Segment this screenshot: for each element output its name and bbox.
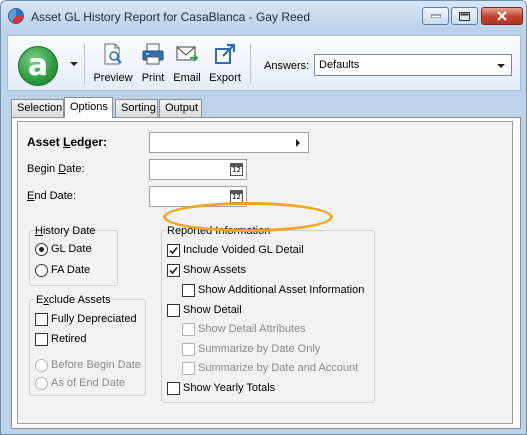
answers-label: Answers:	[264, 60, 310, 72]
close-button[interactable]	[481, 7, 523, 25]
printer-icon	[142, 43, 164, 65]
app-logo-button[interactable]: a	[18, 46, 58, 86]
email-icon	[176, 46, 198, 62]
maximize-button[interactable]	[451, 7, 478, 25]
checkmark-icon	[169, 246, 178, 255]
begin-date-field[interactable]: 12	[149, 159, 247, 180]
checkmark-icon	[169, 266, 178, 275]
toolbar-separator	[84, 44, 85, 84]
summarize-by-date-only-checkbox[interactable]	[182, 343, 195, 356]
fully-depreciated-label: Fully Depreciated	[51, 313, 137, 325]
exclude-assets-title: Exclude Assets	[35, 294, 112, 306]
summarize-by-date-only-label: Summarize by Date Only	[198, 343, 321, 355]
include-voided-gl-detail-label: Include Voided GL Detail	[183, 244, 304, 256]
print-label: Print	[141, 72, 165, 84]
show-detail-attributes-checkbox[interactable]	[182, 323, 195, 336]
window-title: Asset GL History Report for CasaBlanca -…	[31, 10, 310, 24]
as-of-end-date-label: As of End Date	[51, 377, 125, 389]
retired-label: Retired	[51, 333, 87, 345]
minimize-icon	[430, 14, 441, 18]
fa-date-label: FA Date	[51, 264, 91, 276]
app-icon	[8, 8, 24, 24]
answers-value: Defaults	[319, 59, 360, 71]
as-of-end-date-radio[interactable]	[35, 377, 48, 390]
logo-dropdown-icon[interactable]	[70, 62, 78, 66]
export-label: Export	[209, 72, 241, 84]
summarize-by-date-and-account-label: Summarize by Date and Account	[198, 362, 359, 374]
show-yearly-totals-checkbox[interactable]	[167, 382, 180, 395]
logo-letter: a	[27, 48, 49, 83]
answers-select[interactable]: Defaults	[314, 54, 512, 76]
chevron-down-icon	[497, 64, 505, 68]
preview-button[interactable]: Preview	[93, 40, 133, 88]
show-detail-checkbox[interactable]	[167, 304, 180, 317]
include-voided-gl-detail-checkbox[interactable]	[167, 244, 180, 257]
export-icon	[215, 43, 236, 64]
show-assets-checkbox[interactable]	[167, 264, 180, 277]
show-detail-label: Show Detail	[183, 304, 242, 316]
toolbar-separator	[250, 44, 251, 84]
asset-ledger-field[interactable]	[149, 132, 309, 153]
highlight-annotation	[163, 202, 333, 232]
toolbar: a Preview Print Email Export Answers: De…	[7, 35, 521, 91]
retired-checkbox[interactable]	[35, 333, 48, 346]
fully-depreciated-checkbox[interactable]	[35, 313, 48, 326]
before-begin-date-label: Before Begin Date	[51, 359, 141, 371]
export-button[interactable]: Export	[207, 40, 243, 88]
tab-options[interactable]: Options	[64, 97, 113, 118]
email-button[interactable]: Email	[172, 40, 202, 88]
summarize-by-date-and-account-checkbox[interactable]	[182, 362, 195, 375]
show-yearly-totals-label: Show Yearly Totals	[183, 382, 276, 394]
print-button[interactable]: Print	[139, 40, 167, 88]
calendar-icon[interactable]: 12	[230, 163, 243, 176]
fa-date-radio[interactable]	[35, 264, 48, 277]
history-date-title: History Date	[35, 225, 96, 237]
minimize-button[interactable]	[422, 7, 449, 25]
report-window: Asset GL History Report for CasaBlanca -…	[0, 0, 527, 435]
title-bar: Asset GL History Report for CasaBlanca -…	[1, 1, 526, 32]
preview-label: Preview	[93, 72, 133, 84]
history-date-group	[29, 230, 118, 286]
gl-date-label: GL Date	[51, 243, 92, 255]
show-additional-asset-information-label: Show Additional Asset Information	[198, 284, 365, 296]
begin-date-label: Begin Date:	[27, 163, 85, 175]
end-date-label: End Date:	[27, 190, 76, 202]
show-assets-label: Show Assets	[183, 264, 246, 276]
tab-selection[interactable]: Selection	[11, 99, 64, 117]
email-label: Email	[173, 72, 201, 84]
before-begin-date-radio[interactable]	[35, 359, 48, 372]
gl-date-radio[interactable]	[35, 243, 48, 256]
tab-output[interactable]: Output	[159, 99, 202, 117]
close-icon	[497, 11, 507, 21]
show-detail-attributes-label: Show Detail Attributes	[198, 323, 306, 335]
asset-ledger-label: Asset Ledger:	[27, 135, 108, 149]
maximize-icon	[459, 11, 470, 21]
chevron-right-icon	[296, 139, 300, 147]
tab-sorting[interactable]: Sorting	[115, 99, 158, 117]
show-additional-asset-information-checkbox[interactable]	[182, 284, 195, 297]
preview-icon	[104, 43, 122, 65]
